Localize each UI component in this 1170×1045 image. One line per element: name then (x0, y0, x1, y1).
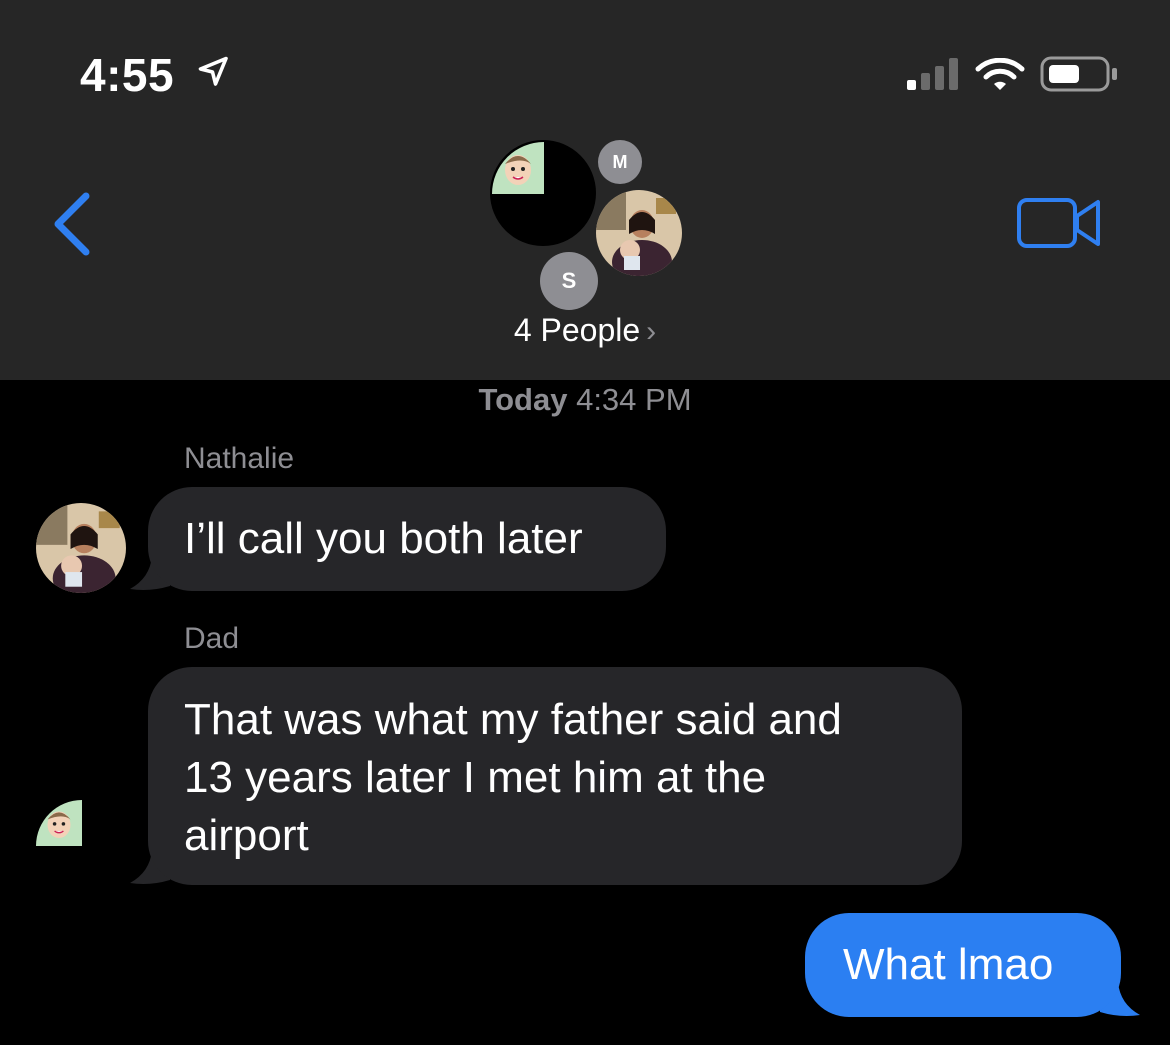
memoji-face-icon (505, 155, 531, 185)
person-photo-icon (36, 503, 126, 593)
message-text-line: That was what my father said and (184, 695, 842, 744)
sender-name: Dad (184, 622, 240, 655)
chevron-right-icon: › (646, 315, 657, 348)
message-bubble[interactable]: I’ll call you both later (148, 487, 666, 591)
facetime-video-button[interactable] (1016, 196, 1102, 250)
conversation-header: 4:55 M S 4 People › (0, 0, 1170, 380)
sender-avatar[interactable] (36, 503, 126, 593)
person-photo-icon (596, 190, 682, 276)
group-details-link[interactable]: 4 People › (0, 312, 1170, 349)
cellular-signal-icon (907, 58, 958, 90)
location-arrow-icon (198, 56, 228, 86)
member-photo-avatar (596, 190, 682, 276)
back-chevron-icon[interactable] (48, 190, 92, 258)
wifi-icon (975, 58, 1025, 90)
memoji-avatar (492, 142, 544, 194)
sender-name: Nathalie (184, 442, 295, 475)
battery-icon (1040, 56, 1117, 92)
member-initial-avatar: M (598, 140, 642, 184)
conversation-timestamp: Today 4:34 PM (0, 382, 1170, 418)
status-time: 4:55 (80, 49, 175, 101)
message-text-line: airport (184, 811, 309, 860)
memoji-face-icon (47, 811, 71, 839)
message-text: I’ll call you both later (184, 514, 583, 563)
group-title: 4 People (513, 312, 641, 348)
timestamp-time: 4:34 PM (576, 382, 692, 417)
message-bubble[interactable]: That was what my father said and 13 year… (148, 667, 962, 885)
message-text-line: 13 years later I met him at the (184, 753, 767, 802)
message-text: What lmao (843, 940, 1054, 989)
message-bubble-outgoing[interactable]: What lmao (805, 913, 1121, 1017)
timestamp-day: Today (478, 382, 568, 417)
sender-memoji-avatar[interactable] (36, 800, 82, 846)
member-initial-avatar: S (540, 252, 598, 310)
